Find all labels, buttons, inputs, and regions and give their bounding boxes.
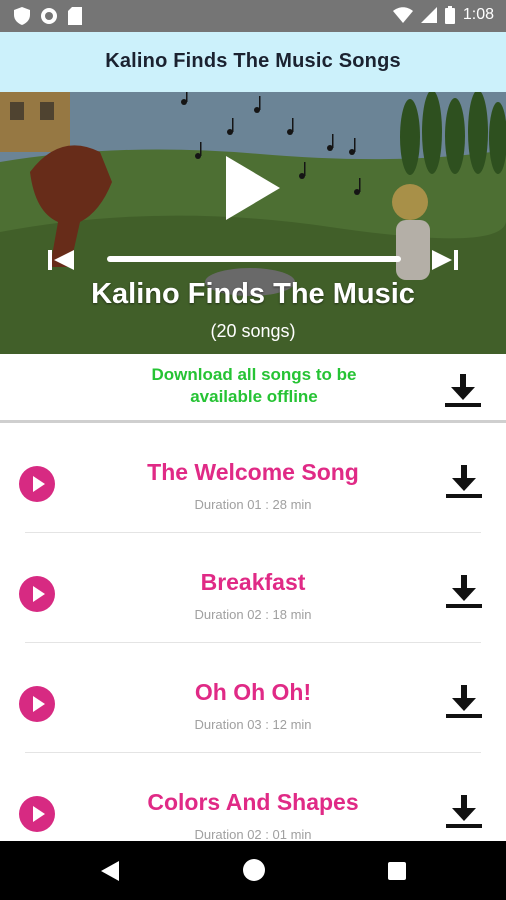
- recents-icon[interactable]: [386, 860, 408, 882]
- song-duration: Duration 02 : 18 min: [194, 607, 312, 622]
- back-icon[interactable]: [97, 858, 123, 884]
- download-icon[interactable]: [442, 372, 484, 410]
- song-title: Breakfast: [200, 569, 306, 595]
- play-icon: [33, 806, 45, 822]
- song-play-button[interactable]: [19, 466, 55, 502]
- song-title: The Welcome Song: [147, 459, 359, 485]
- battery-icon: [444, 6, 455, 24]
- song-item[interactable]: Breakfast Duration 02 : 18 min: [0, 533, 506, 643]
- song-play-button[interactable]: [19, 686, 55, 722]
- song-duration: Duration 01 : 28 min: [194, 497, 312, 512]
- download-all-text: Download all songs to be available offli…: [151, 365, 357, 406]
- song-list: The Welcome Song Duration 01 : 28 min Br…: [0, 423, 506, 841]
- song-item[interactable]: Colors And Shapes Duration 02 : 01 min: [0, 753, 506, 841]
- download-icon[interactable]: [443, 573, 485, 611]
- signal-icon: [420, 7, 437, 23]
- sd-card-icon: [68, 7, 82, 25]
- download-all-row: Download all songs to be available offli…: [0, 354, 506, 423]
- song-item[interactable]: Oh Oh Oh! Duration 03 : 12 min: [0, 643, 506, 753]
- play-icon: [33, 476, 45, 492]
- home-icon[interactable]: [242, 858, 266, 882]
- app-bar: Kalino Finds The Music Songs: [0, 32, 506, 92]
- app-title: Kalino Finds The Music Songs: [105, 50, 401, 72]
- song-title: Colors And Shapes: [147, 789, 359, 815]
- circle-record-icon: [41, 8, 57, 24]
- seek-bar[interactable]: [107, 256, 401, 262]
- play-icon: [33, 696, 45, 712]
- song-count: (20 songs): [210, 321, 296, 341]
- song-item[interactable]: The Welcome Song Duration 01 : 28 min: [0, 423, 506, 533]
- album-title: Kalino Finds The Music: [91, 278, 415, 310]
- song-play-button[interactable]: [19, 576, 55, 612]
- download-icon[interactable]: [443, 463, 485, 501]
- play-icon: [33, 586, 45, 602]
- song-title: Oh Oh Oh!: [194, 679, 312, 705]
- song-duration: Duration 02 : 01 min: [194, 827, 312, 841]
- hero-shade: [0, 92, 506, 354]
- player-hero: Kalino Finds The Music (20 songs): [0, 92, 506, 354]
- wifi-icon: [392, 7, 413, 23]
- download-icon[interactable]: [443, 793, 485, 831]
- download-icon[interactable]: [443, 683, 485, 721]
- skip-next-icon[interactable]: [430, 248, 460, 272]
- song-play-button[interactable]: [19, 796, 55, 832]
- status-bar: 1:08: [0, 0, 506, 32]
- play-icon[interactable]: [222, 154, 284, 222]
- song-duration: Duration 03 : 12 min: [194, 717, 312, 732]
- skip-previous-icon[interactable]: [46, 248, 76, 272]
- navigation-bar: [0, 841, 506, 900]
- status-time: 1:08: [462, 6, 494, 23]
- shield-icon: [14, 7, 30, 25]
